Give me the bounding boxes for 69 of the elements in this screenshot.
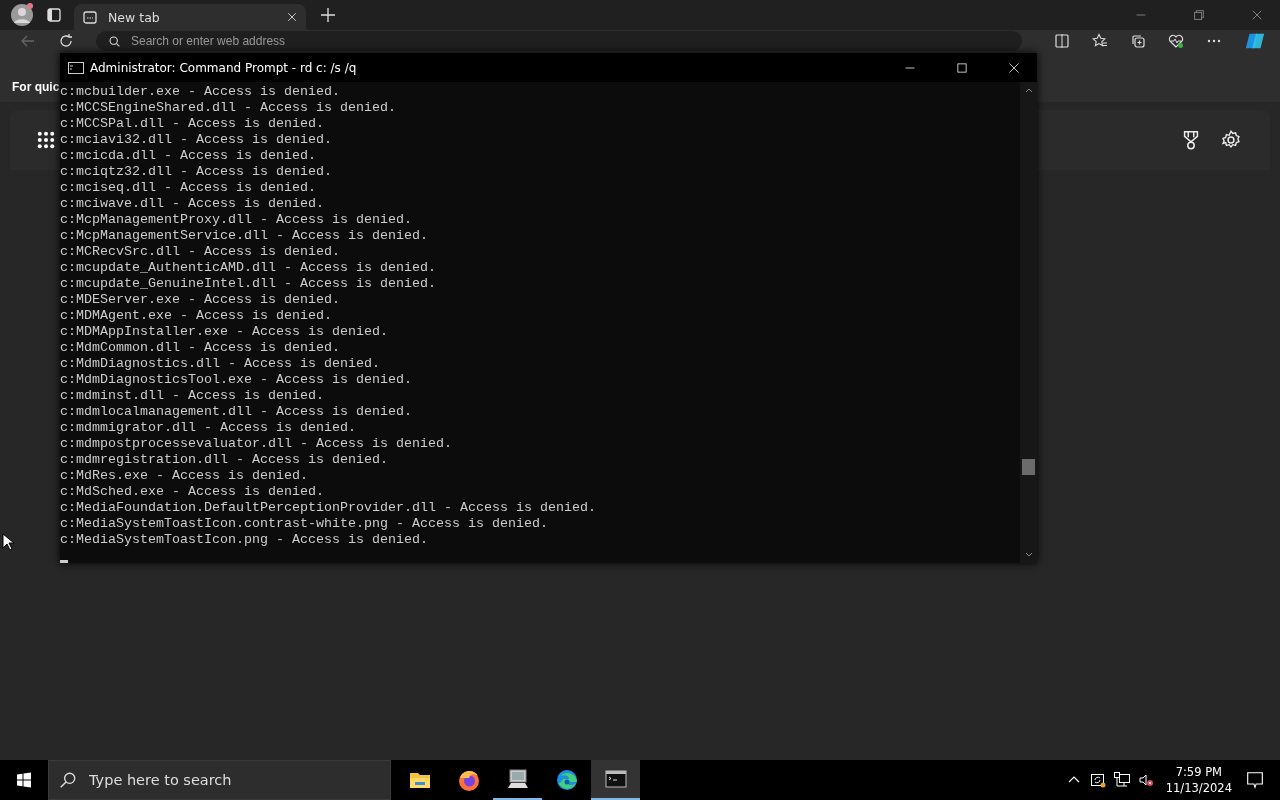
- text-cursor: [60, 560, 68, 563]
- console-icon: [603, 767, 628, 791]
- address-bar[interactable]: Search or enter web address: [96, 31, 1022, 51]
- search-icon: [108, 34, 121, 48]
- console-line: c:MCRecvSrc.dll - Access is denied.: [60, 244, 341, 260]
- browser-tab[interactable]: New tab: [74, 4, 306, 30]
- console-line: c:MediaSystemToastIcon.png - Access is denied.: [60, 532, 429, 548]
- sync-warning-icon[interactable]: [1089, 772, 1106, 788]
- favorites-icon[interactable]: [1092, 33, 1108, 49]
- search-icon: [59, 771, 77, 789]
- console-line: c:MediaSystemToastIcon.contrast-white.png - Access is denied.: [60, 516, 549, 532]
- window-title: Administrator: Command Prompt - rd c: /s /q: [90, 60, 357, 75]
- console-line: c:mdminst.dll - Access is denied.: [60, 388, 325, 404]
- notification-icon[interactable]: [1246, 771, 1264, 789]
- console-line: c:McpManagementProxy.dll - Access is denied.: [60, 212, 413, 228]
- console-line: c:MdmDiagnostics.dll - Access is denied.: [60, 356, 381, 372]
- console-line: c:McpManagementService.dll - Access is denied.: [60, 228, 429, 244]
- console-line: c:mcicda.dll - Access is denied.: [60, 148, 317, 164]
- console-line: c:MdSched.exe - Access is denied.: [60, 484, 325, 500]
- console-line: c:MDMAppInstaller.exe - Access is denied.: [60, 324, 389, 340]
- console-line: c:mdmmigrator.dll - Access is denied.: [60, 420, 357, 436]
- split-screen-icon[interactable]: [1054, 33, 1070, 49]
- computer-icon: [505, 767, 530, 791]
- console-line: c:MCCSPal.dll - Access is denied.: [60, 116, 325, 132]
- console-line: c:mciavi32.dll - Access is denied.: [60, 132, 333, 148]
- collections-icon[interactable]: [1130, 33, 1146, 49]
- muted-speaker-icon[interactable]: [1137, 772, 1154, 788]
- new-tab-page-icon: [82, 9, 98, 25]
- console-line: c:MDMAgent.exe - Access is denied.: [60, 308, 333, 324]
- console-line: c:MdmDiagnosticsTool.exe - Access is denied.: [60, 372, 413, 388]
- profile-avatar-icon[interactable]: [10, 3, 34, 27]
- clock-date: 11/13/2024: [1165, 780, 1232, 796]
- console-line: c:mdmregistration.dll - Access is denied.: [60, 452, 389, 468]
- new-tab-icon[interactable]: [320, 7, 336, 23]
- taskbar-search-field[interactable]: Type here to search: [48, 760, 391, 800]
- back-icon[interactable]: [20, 33, 36, 49]
- clock[interactable]: 7:59 PM 11/13/2024: [1165, 764, 1232, 796]
- console-line: c:MediaFoundation.DefaultPerceptionProvider.dll - Access is denied.: [60, 500, 597, 516]
- console-line: c:mdmlocalmanagement.dll - Access is denied.: [60, 404, 413, 420]
- console-line: c:mciqtz32.dll - Access is denied.: [60, 164, 333, 180]
- console-line: c:MdRes.exe - Access is denied.: [60, 468, 309, 484]
- fox-globe-icon: [456, 768, 481, 792]
- console-line: c:mcupdate_AuthenticAMD.dll - Access is denied.: [60, 260, 437, 276]
- edge-icon: [554, 768, 579, 792]
- heart-pulse-icon[interactable]: [1168, 33, 1184, 49]
- console-line: c:MCCSEngineShared.dll - Access is denied.: [60, 100, 397, 116]
- console-line: c:mcbuilder.exe - Access is denied.: [60, 84, 341, 100]
- tab-actions-icon[interactable]: [46, 7, 62, 23]
- console-line: c:MDEServer.exe - Access is denied.: [60, 292, 341, 308]
- scrollbar-thumb[interactable]: [1022, 459, 1035, 475]
- restore-icon[interactable]: [1192, 8, 1206, 22]
- close-icon[interactable]: [286, 11, 298, 23]
- clock-time: 7:59 PM: [1175, 764, 1222, 780]
- refresh-icon[interactable]: [58, 33, 74, 49]
- favorites-bar-text: For quic: [12, 80, 60, 94]
- search-input[interactable]: Type here to search: [87, 771, 390, 789]
- console-icon: [68, 61, 84, 74]
- console-line: c:MdmCommon.dll - Access is denied.: [60, 340, 341, 356]
- app-launcher-icon[interactable]: [36, 130, 56, 150]
- console-line: c:mdmpostprocessevaluator.dll - Access is denied.: [60, 436, 453, 452]
- maximize-icon[interactable]: [956, 61, 968, 74]
- console-taskbar-button[interactable]: [591, 760, 640, 800]
- console-line: c:mciseq.dll - Access is denied.: [60, 180, 317, 196]
- network-icon[interactable]: [1113, 772, 1130, 788]
- console-line: c:mciwave.dll - Access is denied.: [60, 196, 325, 212]
- start-icon[interactable]: [16, 772, 32, 788]
- mouse-pointer-icon: [2, 533, 14, 551]
- console-line: c:mcupdate_GenuineIntel.dll - Access is denied.: [60, 276, 437, 292]
- scrollbar[interactable]: [1020, 82, 1037, 563]
